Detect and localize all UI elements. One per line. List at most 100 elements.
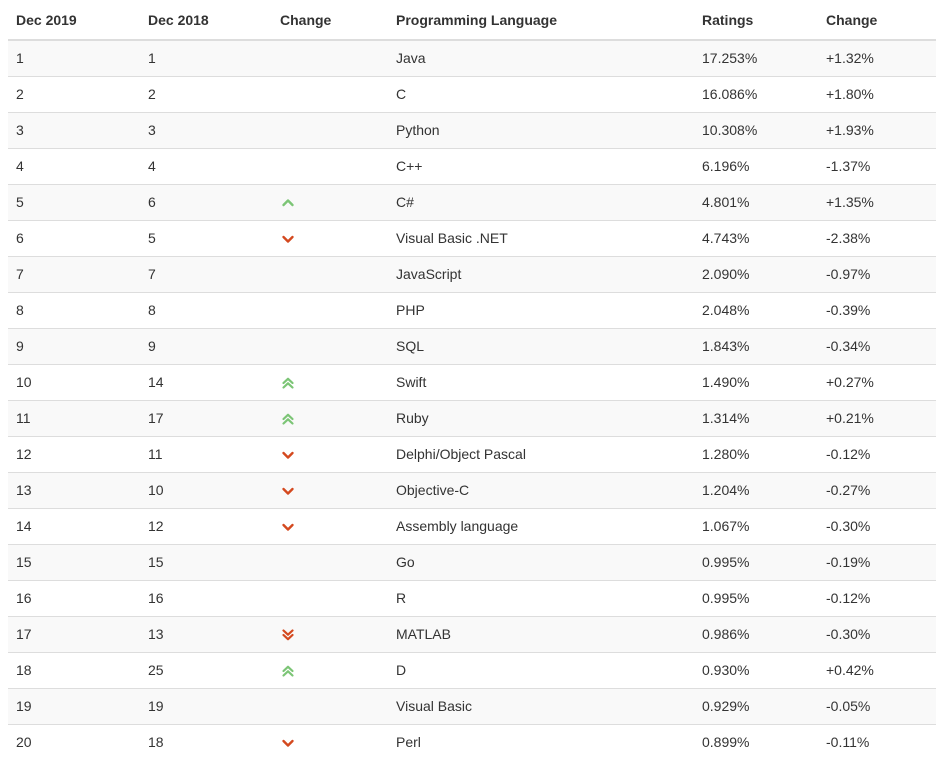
language-cell: C <box>388 75 694 112</box>
rank-change-cell <box>272 219 388 256</box>
language-cell: Ruby <box>388 399 694 436</box>
rating-change-cell: -2.38% <box>818 219 936 256</box>
rating-change-cell: +1.32% <box>818 39 936 76</box>
language-cell: Visual Basic .NET <box>388 219 694 256</box>
language-cell: Objective-C <box>388 471 694 508</box>
language-cell: Go <box>388 543 694 580</box>
rating-change-cell: +1.35% <box>818 183 936 220</box>
table-row: 19 19 Visual Basic 0.929% -0.05% <box>8 687 936 724</box>
rating-change-cell: +0.42% <box>818 651 936 688</box>
header-ratings: Ratings <box>694 0 818 41</box>
rank-2018-cell: 11 <box>140 435 272 472</box>
header-rank-change: Change <box>272 0 388 41</box>
rank-2019-cell: 17 <box>8 615 140 652</box>
rank-change-cell <box>272 399 388 436</box>
rating-change-cell: +1.80% <box>818 75 936 112</box>
rating-cell: 2.090% <box>694 255 818 292</box>
rating-cell: 1.067% <box>694 507 818 544</box>
rank-2018-cell: 3 <box>140 111 272 148</box>
arrow-down-icon <box>281 520 295 534</box>
language-cell: Swift <box>388 363 694 400</box>
language-cell: MATLAB <box>388 615 694 652</box>
rank-2018-cell: 1 <box>140 39 272 76</box>
header-programming-language: Programming Language <box>388 0 694 41</box>
table-row: 2 2 C 16.086% +1.80% <box>8 75 936 112</box>
rank-2019-cell: 2 <box>8 75 140 112</box>
rank-2019-cell: 10 <box>8 363 140 400</box>
double-arrow-up-icon <box>281 376 295 390</box>
rank-change-cell <box>272 651 388 688</box>
rating-cell: 10.308% <box>694 111 818 148</box>
rank-change-cell <box>272 471 388 508</box>
rank-2018-cell: 8 <box>140 291 272 328</box>
rank-2018-cell: 4 <box>140 147 272 184</box>
rank-2018-cell: 13 <box>140 615 272 652</box>
rank-2018-cell: 7 <box>140 255 272 292</box>
header-row: Dec 2019 Dec 2018 Change Programming Lan… <box>8 0 936 41</box>
rank-2019-cell: 9 <box>8 327 140 364</box>
rank-2018-cell: 10 <box>140 471 272 508</box>
double-arrow-up-icon <box>281 412 295 426</box>
rating-cell: 1.843% <box>694 327 818 364</box>
rating-change-cell: -0.12% <box>818 435 936 472</box>
rank-2018-cell: 17 <box>140 399 272 436</box>
rating-change-cell: -0.30% <box>818 507 936 544</box>
rating-cell: 17.253% <box>694 39 818 76</box>
rating-change-cell: +0.27% <box>818 363 936 400</box>
rank-change-cell <box>272 111 388 148</box>
table-row: 1 1 Java 17.253% +1.32% <box>8 39 936 76</box>
rating-cell: 2.048% <box>694 291 818 328</box>
rank-2019-cell: 13 <box>8 471 140 508</box>
rating-change-cell: -1.37% <box>818 147 936 184</box>
language-cell: D <box>388 651 694 688</box>
rating-change-cell: -0.12% <box>818 579 936 616</box>
rank-change-cell <box>272 687 388 724</box>
rating-change-cell: -0.39% <box>818 291 936 328</box>
language-cell: Visual Basic <box>388 687 694 724</box>
arrow-down-icon <box>281 484 295 498</box>
rating-change-cell: -0.30% <box>818 615 936 652</box>
rating-cell: 16.086% <box>694 75 818 112</box>
rating-cell: 1.280% <box>694 435 818 472</box>
arrow-down-icon <box>281 232 295 246</box>
rank-change-cell <box>272 723 388 760</box>
table-row: 18 25 D 0.930% +0.42% <box>8 651 936 688</box>
double-arrow-down-icon <box>281 628 295 642</box>
rank-change-cell <box>272 255 388 292</box>
rank-change-cell <box>272 147 388 184</box>
rating-cell: 0.929% <box>694 687 818 724</box>
rank-2018-cell: 9 <box>140 327 272 364</box>
table-row: 8 8 PHP 2.048% -0.39% <box>8 291 936 328</box>
ranking-table: Dec 2019 Dec 2018 Change Programming Lan… <box>8 0 936 760</box>
language-cell: Java <box>388 39 694 76</box>
ranking-table-container: Dec 2019 Dec 2018 Change Programming Lan… <box>8 0 936 760</box>
table-row: 15 15 Go 0.995% -0.19% <box>8 543 936 580</box>
rank-2019-cell: 6 <box>8 219 140 256</box>
language-cell: PHP <box>388 291 694 328</box>
double-arrow-up-icon <box>281 664 295 678</box>
rank-change-cell <box>272 291 388 328</box>
rank-2018-cell: 16 <box>140 579 272 616</box>
table-row: 11 17 Ruby 1.314% +0.21% <box>8 399 936 436</box>
rank-change-cell <box>272 39 388 76</box>
rank-2019-cell: 15 <box>8 543 140 580</box>
rank-2018-cell: 15 <box>140 543 272 580</box>
rating-cell: 0.986% <box>694 615 818 652</box>
table-row: 10 14 Swift 1.490% +0.27% <box>8 363 936 400</box>
rating-change-cell: -0.34% <box>818 327 936 364</box>
rating-change-cell: -0.27% <box>818 471 936 508</box>
table-row: 9 9 SQL 1.843% -0.34% <box>8 327 936 364</box>
rank-2019-cell: 16 <box>8 579 140 616</box>
rank-change-cell <box>272 183 388 220</box>
rating-change-cell: +0.21% <box>818 399 936 436</box>
rank-2018-cell: 14 <box>140 363 272 400</box>
language-cell: R <box>388 579 694 616</box>
language-cell: C++ <box>388 147 694 184</box>
rank-2019-cell: 18 <box>8 651 140 688</box>
arrow-down-icon <box>281 448 295 462</box>
rating-cell: 0.899% <box>694 723 818 760</box>
rating-cell: 0.995% <box>694 543 818 580</box>
rank-2019-cell: 19 <box>8 687 140 724</box>
rating-cell: 1.314% <box>694 399 818 436</box>
rating-change-cell: +1.93% <box>818 111 936 148</box>
